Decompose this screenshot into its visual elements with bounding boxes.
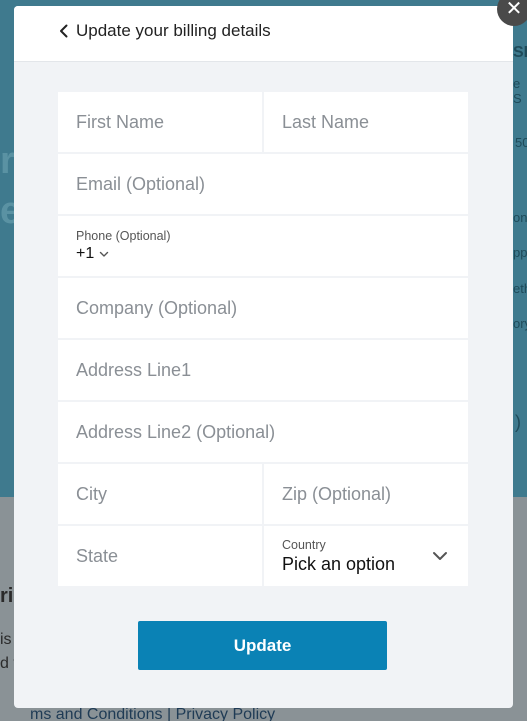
chevron-down-icon bbox=[100, 251, 109, 257]
first-name-field[interactable]: First Name bbox=[58, 92, 262, 152]
bg-text-fragment: is bbox=[0, 631, 12, 648]
phone-field[interactable]: Phone (Optional) +1 bbox=[58, 216, 468, 276]
state-placeholder: State bbox=[76, 545, 119, 566]
back-button[interactable]: Update your billing details bbox=[56, 21, 271, 41]
company-field[interactable]: Company (Optional) bbox=[58, 278, 468, 338]
bg-text-fragment: 50 bbox=[515, 135, 527, 150]
phone-country-code: +1 bbox=[76, 245, 95, 262]
bg-heading-fragment: r bbox=[0, 140, 15, 182]
email-placeholder: Email (Optional) bbox=[76, 173, 206, 194]
company-placeholder: Company (Optional) bbox=[76, 297, 238, 318]
address2-row: Address Line2 (Optional) bbox=[58, 402, 468, 462]
name-row: First Name Last Name bbox=[58, 92, 468, 152]
address-line2-placeholder: Address Line2 (Optional) bbox=[76, 421, 276, 442]
address-line2-field[interactable]: Address Line2 (Optional) bbox=[58, 402, 468, 462]
bg-text-fragment: e S bbox=[513, 76, 522, 106]
last-name-placeholder: Last Name bbox=[282, 111, 370, 132]
bg-text-fragment: on bbox=[513, 210, 527, 225]
bg-footer-links[interactable]: ms and Conditions | Privacy Policy bbox=[30, 706, 275, 721]
first-name-placeholder: First Name bbox=[76, 111, 165, 132]
company-row: Company (Optional) bbox=[58, 278, 468, 338]
modal-title: Update your billing details bbox=[76, 21, 271, 40]
city-zip-row: City Zip (Optional) bbox=[58, 464, 468, 524]
zip-placeholder: Zip (Optional) bbox=[282, 483, 392, 504]
address-line1-field[interactable]: Address Line1 bbox=[58, 340, 468, 400]
chevron-left-icon bbox=[60, 24, 68, 38]
phone-label: Phone (Optional) bbox=[76, 229, 171, 243]
email-field[interactable]: Email (Optional) bbox=[58, 154, 468, 214]
bg-text-fragment: SK bbox=[513, 44, 527, 61]
bg-text-fragment: ) bbox=[515, 412, 521, 432]
update-button[interactable]: Update bbox=[138, 621, 387, 670]
zip-field[interactable]: Zip (Optional) bbox=[264, 464, 468, 524]
address-line1-placeholder: Address Line1 bbox=[76, 359, 192, 380]
phone-row: Phone (Optional) +1 bbox=[58, 216, 468, 276]
city-field[interactable]: City bbox=[58, 464, 262, 524]
last-name-field[interactable]: Last Name bbox=[264, 92, 468, 152]
phone-country-code-select[interactable]: +1 bbox=[76, 245, 109, 263]
address1-row: Address Line1 bbox=[58, 340, 468, 400]
billing-modal: Update your billing details First Name L… bbox=[14, 6, 513, 708]
bg-text-fragment: eth bbox=[513, 281, 527, 296]
billing-form: First Name Last Name Email (Optional) Ph… bbox=[58, 92, 468, 588]
state-field[interactable]: State bbox=[58, 526, 262, 586]
email-row: Email (Optional) bbox=[58, 154, 468, 214]
city-placeholder: City bbox=[76, 483, 107, 504]
bg-text-fragment: pp bbox=[513, 245, 527, 260]
state-country-row: State Country Pick an option bbox=[58, 526, 468, 586]
bg-text-fragment: ri bbox=[0, 585, 14, 607]
country-label: Country bbox=[282, 537, 326, 552]
country-select[interactable]: Country Pick an option bbox=[264, 526, 468, 586]
country-value: Pick an option bbox=[282, 553, 396, 574]
modal-header: Update your billing details bbox=[14, 6, 513, 62]
chevron-down-icon bbox=[433, 552, 447, 560]
close-icon: ✕ bbox=[505, 0, 523, 20]
bg-text-fragment: ory bbox=[513, 316, 527, 331]
